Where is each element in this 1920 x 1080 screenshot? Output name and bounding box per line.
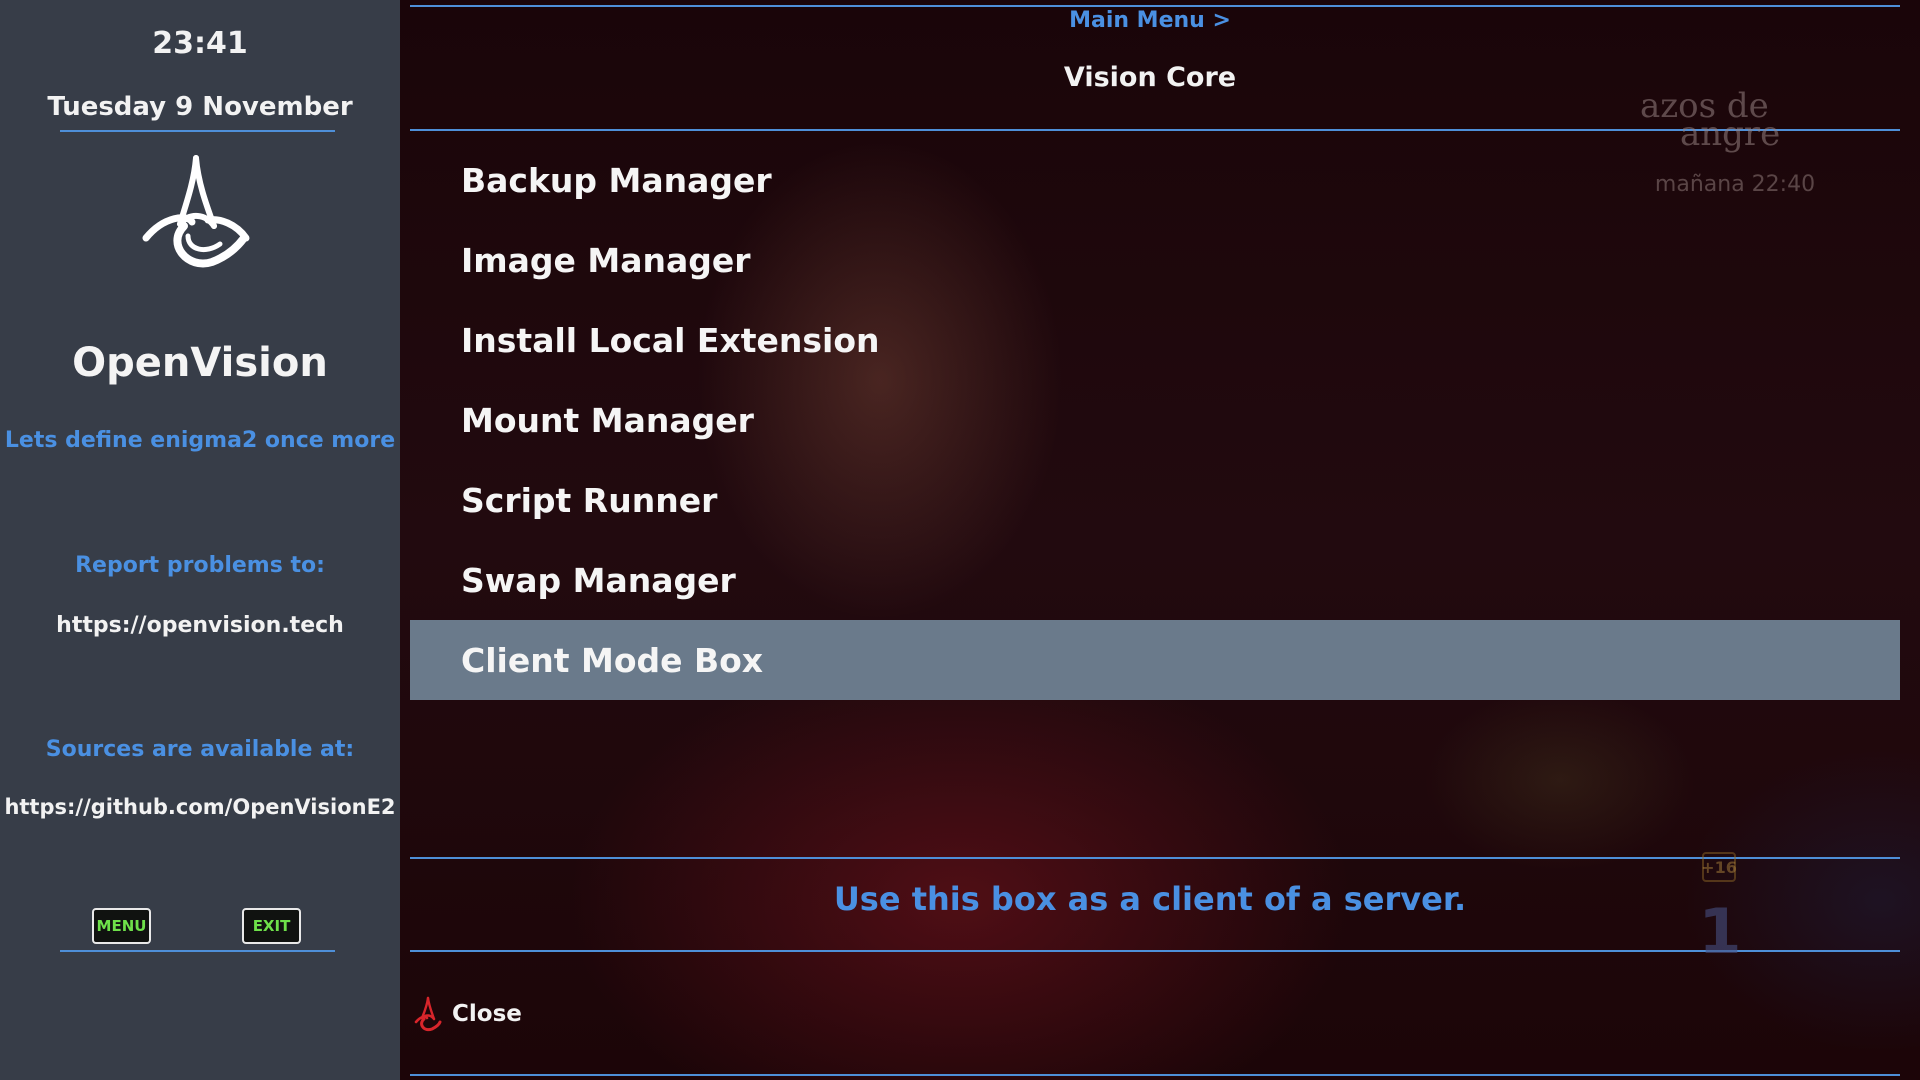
menu-key-button[interactable]: MENU xyxy=(92,908,151,944)
description-top-divider xyxy=(410,857,1900,859)
keys-divider xyxy=(60,950,335,952)
info-sidebar: 23:41 Tuesday 9 November OpenVision Lets… xyxy=(0,0,400,1080)
report-label: Report problems to: xyxy=(75,553,325,578)
menu-item-install-local-extension[interactable]: Install Local Extension xyxy=(410,300,1900,380)
menu-item-mount-manager[interactable]: Mount Manager xyxy=(410,380,1900,460)
red-openvision-logo-icon xyxy=(414,996,442,1032)
top-divider xyxy=(410,5,1900,7)
clock: 23:41 xyxy=(152,26,248,61)
menu-item-backup-manager[interactable]: Backup Manager xyxy=(410,140,1900,220)
item-description: Use this box as a client of a server. xyxy=(833,880,1467,918)
description-bottom-divider xyxy=(410,950,1900,952)
menu-panel: Main Menu > Vision Core azos de angre ma… xyxy=(400,0,1920,1080)
report-url: https://openvision.tech xyxy=(56,613,344,638)
close-button[interactable]: Close xyxy=(414,996,522,1032)
brand-name: OpenVision xyxy=(72,340,328,386)
date: Tuesday 9 November xyxy=(47,92,353,122)
menu-item-client-mode-box[interactable]: Client Mode Box xyxy=(410,620,1900,700)
close-label: Close xyxy=(452,1001,522,1027)
sources-label: Sources are available at: xyxy=(45,737,355,762)
tagline: Lets define enigma2 once more xyxy=(4,428,396,453)
openvision-logo-icon xyxy=(142,155,250,268)
menu-list: Backup Manager Image Manager Install Loc… xyxy=(410,140,1900,700)
menu-item-script-runner[interactable]: Script Runner xyxy=(410,460,1900,540)
breadcrumb[interactable]: Main Menu > xyxy=(400,8,1900,33)
age-rating-badge: +16 xyxy=(1701,852,1737,882)
exit-key-button[interactable]: EXIT xyxy=(242,908,301,944)
sources-url: https://github.com/OpenVisionE2 xyxy=(4,795,396,819)
channel-number: 1 xyxy=(1698,895,1742,968)
menu-item-image-manager[interactable]: Image Manager xyxy=(410,220,1900,300)
date-divider xyxy=(60,130,335,132)
menu-item-swap-manager[interactable]: Swap Manager xyxy=(410,540,1900,620)
bottom-divider xyxy=(410,1074,1900,1076)
